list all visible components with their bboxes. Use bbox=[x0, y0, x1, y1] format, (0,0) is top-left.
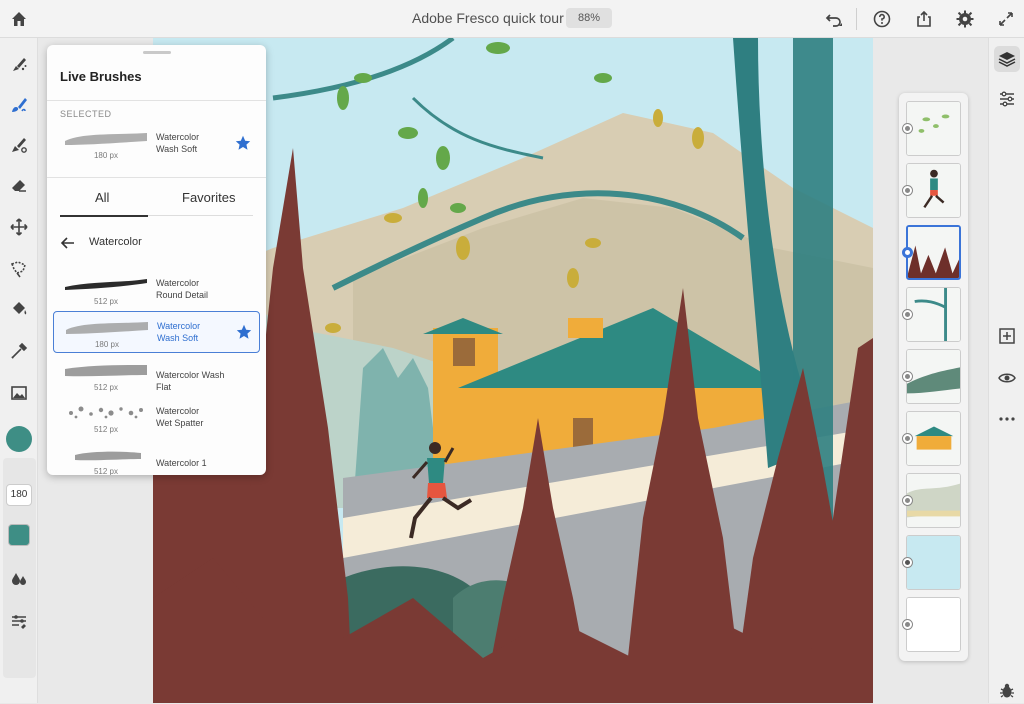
brush-stroke-preview bbox=[65, 365, 147, 377]
panel-title: Live Brushes bbox=[60, 69, 142, 84]
eyedropper-icon[interactable] bbox=[4, 336, 34, 366]
brush-size-label: 512 px bbox=[93, 383, 119, 392]
selected-section-label: SELECTED bbox=[60, 109, 112, 119]
right-toolbar bbox=[988, 38, 1024, 703]
tab-all[interactable]: All bbox=[95, 190, 109, 205]
zoom-level[interactable]: 88% bbox=[566, 8, 612, 28]
brush-stroke-preview bbox=[65, 279, 147, 290]
layer-visibility-dot[interactable] bbox=[902, 557, 913, 568]
layers-panel bbox=[899, 93, 968, 661]
brush-size-label: 180 px bbox=[93, 151, 119, 160]
brush-list-item[interactable]: 512 px Watercolor 1 bbox=[53, 439, 260, 475]
fullscreen-icon[interactable] bbox=[994, 7, 1018, 31]
lasso-icon[interactable] bbox=[4, 254, 34, 284]
document-title: Adobe Fresco quick tour bbox=[412, 10, 564, 26]
favorite-star-icon[interactable] bbox=[234, 134, 252, 152]
layer-visibility-dot[interactable] bbox=[902, 247, 913, 258]
eraser-icon[interactable] bbox=[4, 170, 34, 200]
brush-name: Watercolor 1 bbox=[156, 458, 207, 468]
live-brushes-panel: Live Brushes SELECTED 180 px Watercolor … bbox=[47, 45, 266, 475]
undo-icon[interactable] bbox=[822, 7, 846, 31]
visibility-icon[interactable] bbox=[994, 365, 1020, 391]
brush-name: Watercolor Wash Flat bbox=[156, 370, 225, 392]
tab-favorites[interactable]: Favorites bbox=[182, 190, 235, 205]
color-swatch[interactable] bbox=[6, 426, 32, 452]
settings-icon[interactable] bbox=[953, 7, 977, 31]
divider bbox=[47, 177, 266, 178]
layer-thumbnail[interactable] bbox=[906, 473, 961, 528]
layer-visibility-dot[interactable] bbox=[902, 123, 913, 134]
brush-size-field[interactable]: 180 bbox=[6, 484, 32, 506]
vector-brush-icon[interactable] bbox=[4, 130, 34, 160]
layer-thumbnail[interactable] bbox=[906, 287, 961, 342]
category-title: Watercolor bbox=[89, 236, 142, 248]
brush-name: Watercolor Wash Soft bbox=[157, 321, 201, 343]
panel-drag-handle[interactable] bbox=[143, 51, 171, 54]
selected-brush[interactable]: 180 px Watercolor Wash Soft bbox=[53, 123, 260, 165]
share-icon[interactable] bbox=[912, 7, 936, 31]
fill-icon[interactable] bbox=[4, 294, 34, 324]
add-layer-icon[interactable] bbox=[994, 323, 1020, 349]
brush-size-label: 512 px bbox=[93, 425, 119, 434]
top-bar: Adobe Fresco quick tour 88% bbox=[0, 0, 1024, 38]
layer-visibility-dot[interactable] bbox=[902, 309, 913, 320]
brush-size-label: 512 px bbox=[93, 297, 119, 306]
layer-thumbnail[interactable] bbox=[906, 597, 961, 652]
brush-name: Watercolor Wash Soft bbox=[156, 132, 200, 154]
tab-baseline bbox=[148, 215, 253, 216]
brush-color-swatch[interactable] bbox=[8, 524, 30, 546]
brush-stroke-preview bbox=[75, 451, 141, 461]
active-tab-indicator bbox=[60, 215, 148, 217]
place-image-icon[interactable] bbox=[4, 378, 34, 408]
brush-stroke-preview bbox=[65, 133, 147, 145]
layer-visibility-dot[interactable] bbox=[902, 371, 913, 382]
bug-icon[interactable] bbox=[994, 678, 1020, 704]
favorite-star-icon[interactable] bbox=[235, 323, 253, 341]
layer-thumbnail[interactable] bbox=[906, 101, 961, 156]
brush-list-item-selected[interactable]: 180 px Watercolor Wash Soft bbox=[53, 311, 260, 353]
brush-list-item[interactable]: 512 px Watercolor Round Detail bbox=[53, 269, 260, 311]
properties-icon[interactable] bbox=[994, 86, 1020, 112]
water-flow-icon[interactable] bbox=[4, 563, 34, 593]
layer-thumbnail[interactable] bbox=[906, 411, 961, 466]
layer-visibility-dot[interactable] bbox=[902, 495, 913, 506]
brush-size-label: 512 px bbox=[93, 467, 119, 475]
layer-visibility-dot[interactable] bbox=[902, 433, 913, 444]
layer-visibility-dot[interactable] bbox=[902, 185, 913, 196]
brush-list-item[interactable]: 512 px Watercolor Wet Spatter bbox=[53, 397, 260, 439]
brush-list-item[interactable]: 512 px Watercolor Wash Flat bbox=[53, 355, 260, 397]
pixel-brush-icon[interactable] bbox=[4, 50, 34, 80]
brush-options-icon[interactable] bbox=[4, 606, 34, 636]
brush-size-label: 180 px bbox=[94, 340, 120, 349]
layer-visibility-dot[interactable] bbox=[902, 619, 913, 630]
live-brush-icon[interactable] bbox=[4, 90, 34, 120]
help-icon[interactable] bbox=[870, 7, 894, 31]
layer-thumbnail-active[interactable] bbox=[906, 225, 961, 280]
layer-thumbnail[interactable] bbox=[906, 349, 961, 404]
more-icon[interactable] bbox=[994, 406, 1020, 432]
layer-thumbnail[interactable] bbox=[906, 163, 961, 218]
layers-icon[interactable] bbox=[994, 46, 1020, 72]
brush-name: Watercolor Wet Spatter bbox=[156, 406, 204, 428]
brush-name: Watercolor Round Detail bbox=[156, 278, 209, 300]
divider bbox=[47, 100, 266, 101]
brush-stroke-preview bbox=[69, 406, 143, 419]
home-icon[interactable] bbox=[7, 7, 31, 31]
back-arrow-icon[interactable] bbox=[60, 235, 76, 251]
left-toolbar: 180 bbox=[0, 38, 38, 703]
toolbar-divider bbox=[856, 8, 857, 30]
layer-thumbnail[interactable] bbox=[906, 535, 961, 590]
move-transform-icon[interactable] bbox=[4, 212, 34, 242]
brush-stroke-preview bbox=[66, 322, 148, 334]
